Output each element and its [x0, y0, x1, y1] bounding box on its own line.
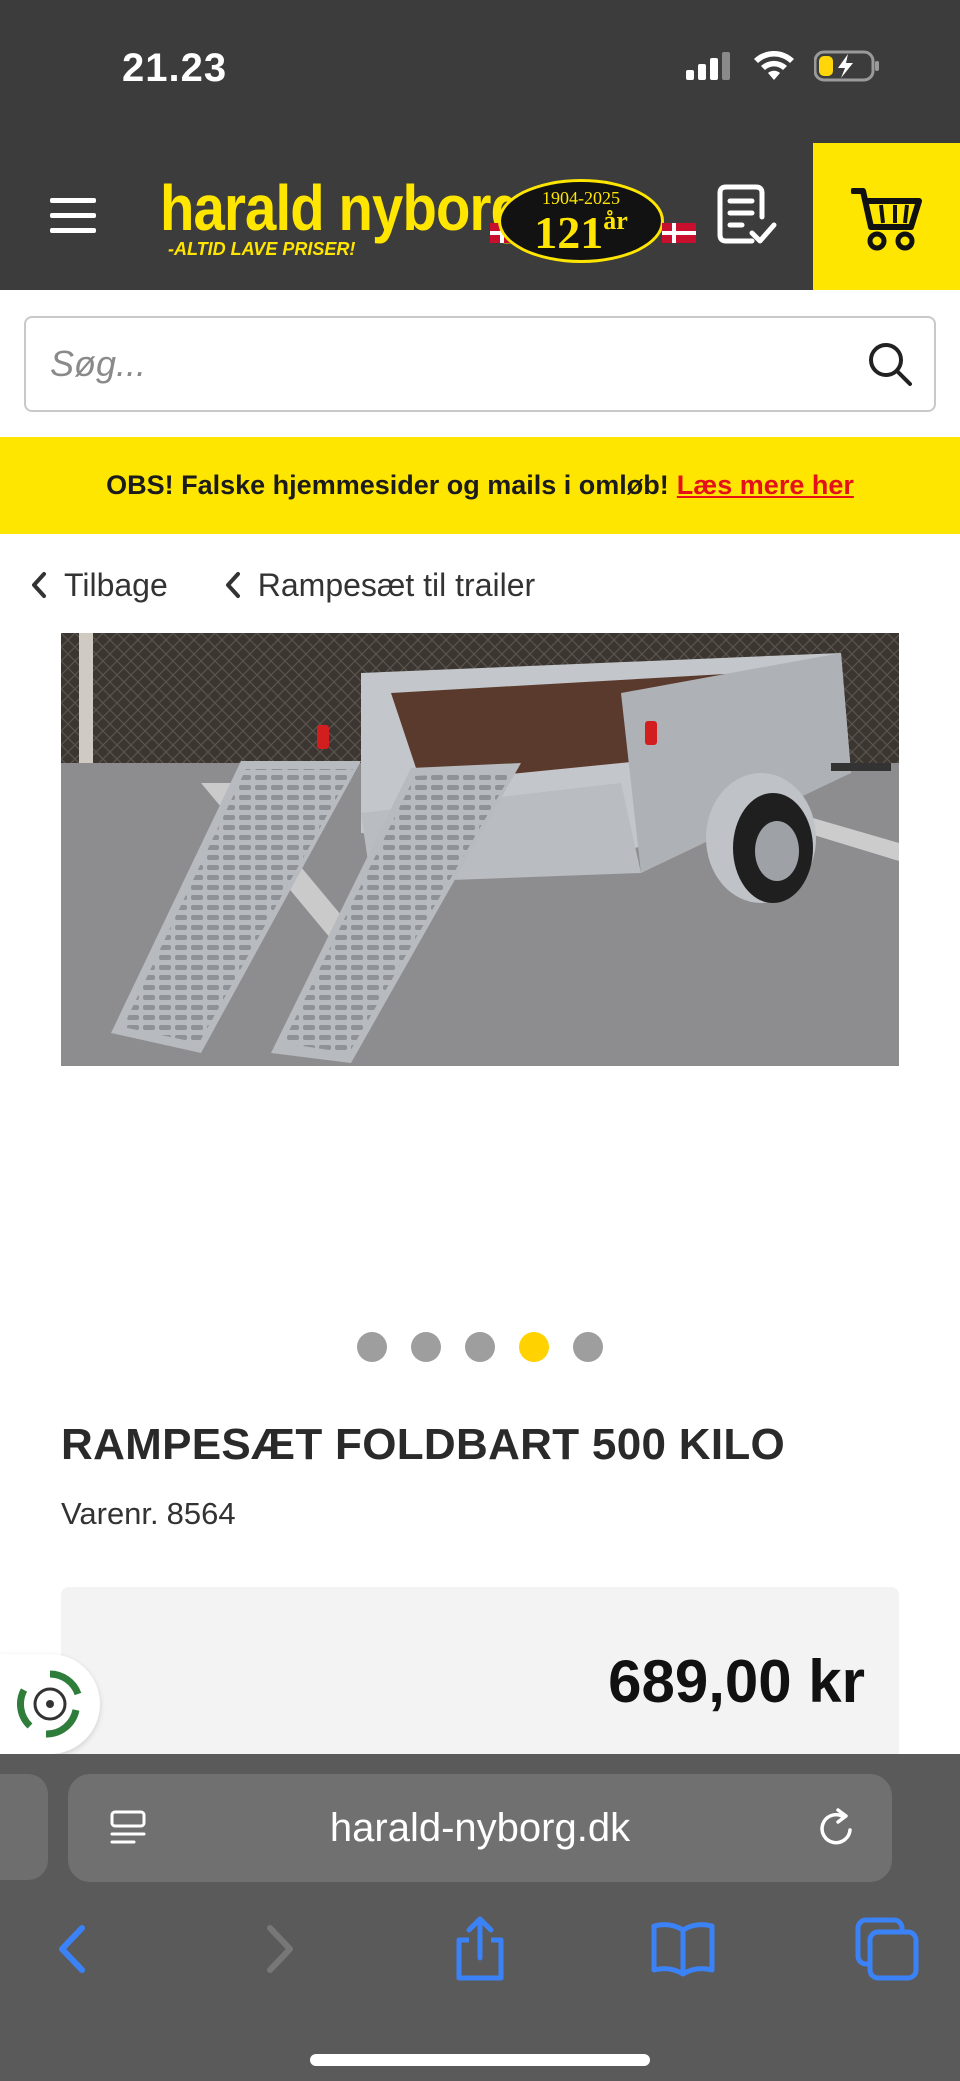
product-image[interactable]: [61, 633, 899, 1066]
notice-read-more-link[interactable]: Læs mere her: [677, 470, 854, 501]
url-text: harald-nyborg.dk: [329, 1806, 631, 1850]
browser-toolbar: harald-nyborg.dk: [0, 1754, 960, 2081]
wifi-icon: [754, 51, 794, 80]
share-icon[interactable]: [445, 1914, 515, 1984]
recycling-badge-icon[interactable]: [0, 1654, 100, 1754]
chevron-left-icon: [225, 572, 240, 598]
product-price: 689,00 kr: [608, 1648, 865, 1715]
badge-number: 121år: [534, 206, 628, 258]
site-header: harald nyborg -ALTID LAVE PRISER! 1904-2…: [0, 143, 960, 290]
anniversary-badge: 1904-2025 121år: [498, 179, 664, 263]
search-bar: [24, 316, 936, 412]
breadcrumb-label: Tilbage: [64, 566, 168, 603]
back-arrow-icon[interactable]: [38, 1914, 108, 1984]
carousel-dot[interactable]: [519, 1332, 549, 1362]
carousel-dot[interactable]: [411, 1332, 441, 1362]
tabs-icon[interactable]: [852, 1914, 922, 1984]
battery-charging-icon: [814, 50, 879, 82]
image-carousel-dots: [357, 1332, 603, 1362]
sku-label: Varenr.: [61, 1496, 159, 1531]
status-bar: 21.23: [0, 0, 960, 140]
sku-value: 8564: [166, 1496, 236, 1531]
product-sku: Varenr. 8564: [61, 1496, 236, 1532]
breadcrumb-category[interactable]: Rampesæt til trailer: [222, 567, 535, 604]
previous-tab[interactable]: [0, 1774, 48, 1880]
search-icon[interactable]: [866, 340, 914, 388]
logo-tagline: -ALTID LAVE PRISER!: [168, 239, 356, 259]
breadcrumb-label: Rampesæt til trailer: [257, 566, 536, 603]
site-logo[interactable]: harald nyborg -ALTID LAVE PRISER! 1904-2…: [160, 171, 696, 271]
carousel-dot[interactable]: [465, 1332, 495, 1362]
status-icons: [686, 50, 880, 82]
breadcrumb-back[interactable]: Tilbage: [28, 567, 168, 604]
cart-icon: [851, 188, 922, 251]
search-input[interactable]: [50, 318, 870, 410]
notice-text: OBS! Falske hjemmesider og mails i omløb…: [106, 470, 669, 500]
home-indicator: [310, 2054, 650, 2066]
cellular-signal-icon: [686, 52, 730, 80]
carousel-dot[interactable]: [573, 1332, 603, 1362]
logo-text: harald nyborg: [160, 172, 525, 244]
price-panel: 689,00 kr: [61, 1587, 899, 1757]
product-title: RAMPESÆT FOLDBART 500 KILO: [61, 1420, 786, 1469]
browser-nav: [0, 1914, 960, 1994]
forward-arrow-icon[interactable]: [244, 1914, 314, 1984]
carousel-dot[interactable]: [357, 1332, 387, 1362]
shopping-list-icon[interactable]: [712, 181, 782, 251]
address-bar[interactable]: harald-nyborg.dk: [68, 1774, 892, 1882]
hamburger-menu-icon[interactable]: [50, 198, 96, 234]
bookmarks-icon[interactable]: [648, 1914, 718, 1984]
reload-icon[interactable]: [814, 1806, 858, 1850]
cart-button[interactable]: [813, 143, 960, 290]
breadcrumb: Tilbage Rampesæt til trailer: [28, 562, 535, 608]
warning-notice-banner: OBS! Falske hjemmesider og mails i omløb…: [0, 437, 960, 534]
chevron-left-icon: [32, 572, 46, 598]
status-time: 21.23: [122, 46, 228, 90]
danish-flag-icon: [662, 223, 696, 243]
